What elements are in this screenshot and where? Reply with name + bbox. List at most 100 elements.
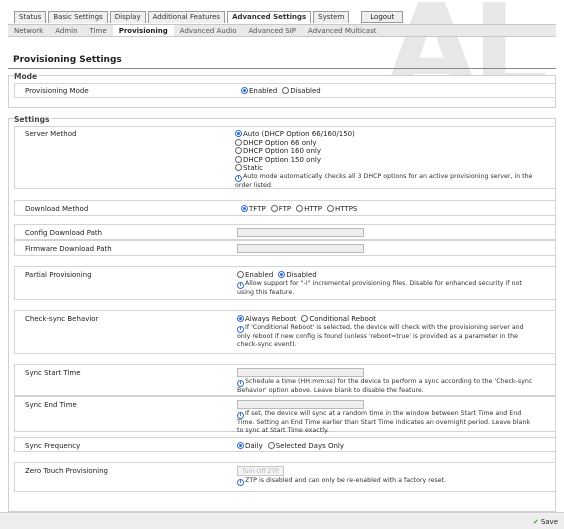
sync-start-hint: i Schedule a time (HH:mm:ss) for the devi… [237,378,537,395]
server-method-label: Server Method [25,130,77,138]
radio-selected-icon[interactable] [237,442,244,449]
ztp-hint: i ZTP is disabled and can only be re-enab… [237,477,537,486]
checksync-hint: i If 'Conditional Reboot' is selected, th… [237,324,537,349]
checksync-row: Check-sync Behavior Always Reboot Conditi… [14,310,556,354]
info-icon: i [235,174,242,182]
provisioning-mode-disabled[interactable]: Disabled [282,87,321,95]
download-method-row: Download Method TFTP FTP HTTP HTTPS [14,200,556,216]
provisioning-mode-enabled[interactable]: Enabled [241,87,277,95]
server-method-options: Auto (DHCP Option 66/160/150) DHCP Optio… [235,130,535,190]
sync-start-label: Sync Start Time [25,369,81,377]
checksync-label: Check-sync Behavior [25,315,99,323]
sync-end-input[interactable] [237,400,364,409]
hint-text: If 'Conditional Reboot' is selected, the… [237,323,524,348]
tab-basic-settings[interactable]: Basic Settings [48,11,108,23]
radio-selected-icon[interactable] [241,205,248,212]
mode-legend: Mode [14,72,40,81]
server-method-static[interactable]: Static [235,164,530,173]
download-method-https[interactable]: HTTPS [327,205,357,213]
radio-selected-icon[interactable] [235,130,242,137]
subtab-advanced-sip[interactable]: Advanced SIP [243,25,303,36]
subtab-network[interactable]: Network [8,25,49,36]
radio-icon[interactable] [235,164,242,171]
partial-hint: i Allow support for "-i" incremental prov… [237,280,537,297]
radio-icon[interactable] [235,138,242,146]
server-method-66[interactable]: DHCP Option 66 only [235,138,530,148]
tab-additional-features[interactable]: Additional Features [147,11,226,23]
radio-icon[interactable] [327,205,335,212]
top-navigation: Status Basic Settings Display Additional… [0,0,564,26]
option-label: Always Reboot [245,315,297,323]
radio-selected-icon[interactable] [278,271,286,278]
tab-advanced-settings[interactable]: Advanced Settings [227,11,312,23]
firmware-path-input[interactable] [237,244,364,253]
option-label: DHCP Option 66 only [243,138,317,147]
option-label: DHCP Option 160 only [243,147,321,155]
server-method-hint: i Auto mode automatically checks all 3 DH… [235,173,535,190]
top-tabs: Status Basic Settings Display Additional… [14,11,404,23]
config-path-label: Config Download Path [25,229,103,237]
provisioning-mode-row: Provisioning Mode Enabled Disabled [14,83,556,98]
option-label: HTTPS [335,205,358,213]
subtab-advanced-audio[interactable]: Advanced Audio [174,25,243,36]
save-button[interactable]: ✔ Save [533,518,558,526]
tab-display[interactable]: Display [109,11,146,23]
logout-button[interactable]: Logout [361,11,404,23]
sync-end-label: Sync End Time [25,401,77,409]
tab-system[interactable]: System [313,11,350,23]
option-label: TFTP [249,205,266,213]
info-icon: i [237,380,244,387]
settings-legend: Settings [14,115,52,124]
checksync-always[interactable]: Always Reboot [237,315,296,323]
tab-status[interactable]: Status [14,11,47,23]
option-label: Auto (DHCP Option 66/160/150) [243,130,355,138]
checksync-options: Always Reboot Conditional Reboot i If 'Con… [237,315,537,349]
option-label: FTP [278,205,292,213]
hint-text: If set, the device will sync at a random… [237,410,531,434]
partial-provisioning-row: Partial Provisioning Enabled Disabled i Al… [14,266,556,300]
check-icon: ✔ [532,518,539,526]
partial-enabled[interactable]: Enabled [237,271,273,279]
provisioning-mode-options: Enabled Disabled [241,87,326,96]
info-icon: i [237,479,244,486]
server-method-150[interactable]: DHCP Option 150 only [235,155,530,165]
radio-icon[interactable] [301,315,309,322]
sync-frequency-daily[interactable]: Daily [237,442,263,450]
subtab-admin[interactable]: Admin [49,25,83,36]
sub-navigation: Network Admin Time Provisioning Advanced… [8,24,556,37]
turn-off-ztp-button[interactable]: Turn Off ZTP [237,466,284,476]
subtab-time[interactable]: Time [84,25,113,36]
subtab-provisioning[interactable]: Provisioning [112,25,174,36]
download-method-options: TFTP FTP HTTP HTTPS [241,205,362,214]
server-method-row: Server Method Auto (DHCP Option 66/160/1… [14,126,556,189]
radio-icon[interactable] [237,271,244,278]
radio-icon[interactable] [235,155,242,163]
download-method-tftp[interactable]: TFTP [241,205,266,213]
sync-frequency-options: Daily Selected Days Only [237,442,349,451]
subtab-advanced-multicast[interactable]: Advanced Multicast [302,25,382,36]
checksync-conditional[interactable]: Conditional Reboot [301,315,376,323]
download-method-http[interactable]: HTTP [296,205,322,213]
radio-icon[interactable] [235,147,242,154]
radio-icon[interactable] [267,442,275,449]
radio-selected-icon[interactable] [237,315,244,322]
partial-provisioning-label: Partial Provisioning [25,271,92,279]
hint-text: Allow support for "-i" incremental provi… [237,279,522,296]
option-label: Disabled [290,87,321,95]
server-method-auto[interactable]: Auto (DHCP Option 66/160/150) [235,130,530,139]
radio-icon[interactable] [282,87,290,94]
radio-selected-icon[interactable] [241,87,248,94]
partial-disabled[interactable]: Disabled [278,271,317,279]
option-label: Conditional Reboot [309,315,376,323]
sync-end-hint: i If set, the device will sync at a rando… [237,410,537,435]
firmware-path-row: Firmware Download Path [14,240,556,256]
footer-bar: ✔ Save [0,512,564,529]
radio-icon[interactable] [296,205,304,212]
server-method-160[interactable]: DHCP Option 160 only [235,147,530,156]
radio-icon[interactable] [270,205,278,212]
option-label: HTTP [304,205,323,213]
sync-frequency-selected-days[interactable]: Selected Days Only [267,442,344,450]
download-method-ftp[interactable]: FTP [270,205,292,213]
sync-start-input[interactable] [237,368,364,377]
config-path-input[interactable] [237,228,364,237]
